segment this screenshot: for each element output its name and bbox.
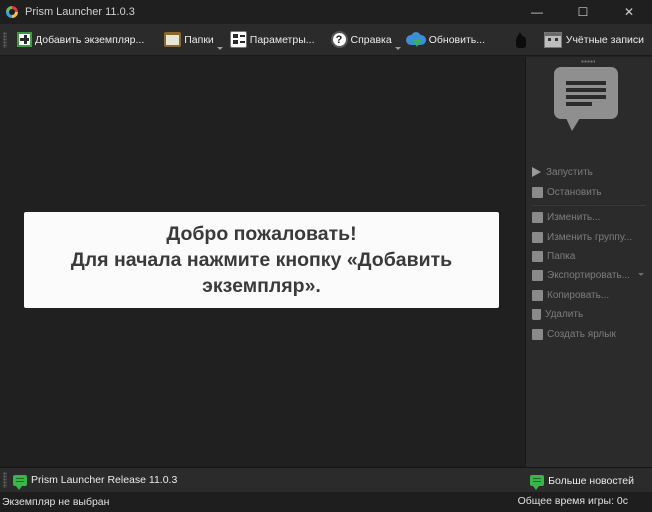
separator xyxy=(532,205,646,206)
export-dropdown-arrow-icon[interactable] xyxy=(638,273,644,276)
trash-icon xyxy=(532,308,541,320)
help-label: Справка xyxy=(350,33,392,46)
folders-label: Папки xyxy=(184,33,214,46)
folders-dropdown-arrow-icon xyxy=(216,46,223,50)
update-button[interactable]: Обновить... xyxy=(402,27,489,53)
close-button[interactable]: ✕ xyxy=(606,0,652,24)
more-news-button[interactable]: Больше новостей xyxy=(530,468,634,493)
window-controls: — ☐ ✕ xyxy=(514,0,652,24)
welcome-line-2: Для начала нажмите кнопку «Добавить xyxy=(70,249,453,271)
welcome-message: Добро пожаловать! Для начала нажмите кно… xyxy=(24,212,499,308)
news-bubble-icon xyxy=(554,67,618,131)
open-folder-button[interactable]: Папка xyxy=(532,247,575,265)
window-title: Prism Launcher 11.0.3 xyxy=(25,6,135,18)
accounts-label: Учётные записи xyxy=(565,34,644,46)
update-label: Обновить... xyxy=(428,33,486,46)
settings-button[interactable]: Параметры... xyxy=(226,27,319,53)
news-label: Prism Launcher Release 11.0.3 xyxy=(31,474,178,486)
add-instance-label: Добавить экземпляр... xyxy=(35,33,145,46)
settings-label: Параметры... xyxy=(249,33,315,46)
edit-label: Изменить... xyxy=(547,211,601,223)
accounts-button[interactable]: Учётные записи xyxy=(543,24,644,56)
status-bar: Экземпляр не выбран Общее время игры: 0с xyxy=(0,492,652,512)
news-toolbar: Prism Launcher Release 11.0.3 Больше нов… xyxy=(0,467,652,492)
stop-icon xyxy=(532,186,543,198)
title-bar: Prism Launcher 11.0.3 — ☐ ✕ xyxy=(0,0,652,24)
help-button[interactable]: ? Справка xyxy=(327,27,401,53)
selected-instance-status: Экземпляр не выбран xyxy=(2,496,110,508)
cloud-update-icon xyxy=(405,31,426,48)
cat-icon[interactable] xyxy=(513,31,529,49)
kill-button[interactable]: Остановить xyxy=(532,183,602,201)
folders-button[interactable]: Папки xyxy=(160,27,223,53)
kill-label: Остановить xyxy=(547,186,602,198)
folder-label: Папка xyxy=(547,250,576,262)
instance-view[interactable]: Добро пожаловать! Для начала нажмите кно… xyxy=(0,57,525,467)
toolbar-grip-handle[interactable] xyxy=(3,31,7,48)
change-group-label: Изменить группу... xyxy=(547,231,633,243)
launch-button[interactable]: Запустить xyxy=(532,163,593,181)
welcome-line-1: Добро пожаловать! xyxy=(166,223,357,245)
news-item-button[interactable]: Prism Launcher Release 11.0.3 xyxy=(13,474,178,490)
help-icon: ? xyxy=(330,31,348,48)
total-playtime-status: Общее время игры: 0с xyxy=(517,495,628,507)
edit-icon xyxy=(532,211,543,223)
minimize-button[interactable]: — xyxy=(514,0,560,24)
more-news-icon xyxy=(530,475,545,490)
add-instance-icon xyxy=(17,32,32,47)
instance-side-panel: Запустить Остановить Изменить... Изменит… xyxy=(525,57,652,467)
copy-instance-button[interactable]: Копировать... xyxy=(532,286,609,304)
shortcut-icon xyxy=(532,328,543,340)
prism-logo-icon xyxy=(6,6,18,18)
folder-icon xyxy=(532,250,543,262)
export-label: Экспортировать... xyxy=(547,269,630,281)
panel-grip-handle[interactable] xyxy=(581,60,595,63)
main-toolbar: Добавить экземпляр... Папки Параметры...… xyxy=(0,24,652,56)
change-group-button[interactable]: Изменить группу... xyxy=(532,228,632,246)
export-button[interactable]: Экспортировать... xyxy=(532,266,630,284)
create-shortcut-label: Создать ярлык xyxy=(547,328,616,340)
welcome-line-3: экземпляр». xyxy=(202,275,321,297)
more-news-label: Больше новостей xyxy=(548,474,634,487)
create-shortcut-button[interactable]: Создать ярлык xyxy=(532,325,616,343)
news-icon xyxy=(13,474,27,490)
tag-icon xyxy=(532,231,543,243)
launch-label: Запустить xyxy=(546,166,593,178)
play-icon xyxy=(532,167,541,177)
edit-instance-button[interactable]: Изменить... xyxy=(532,208,600,226)
help-dropdown-arrow-icon xyxy=(394,46,401,50)
settings-icon xyxy=(229,31,247,48)
account-avatar-icon xyxy=(543,32,562,48)
delete-instance-button[interactable]: Удалить xyxy=(532,305,583,323)
maximize-button[interactable]: ☐ xyxy=(560,0,606,24)
news-toolbar-grip-handle[interactable] xyxy=(3,472,7,488)
export-icon xyxy=(532,269,543,281)
add-instance-button[interactable]: Добавить экземпляр... xyxy=(13,27,148,53)
delete-label: Удалить xyxy=(545,308,584,320)
copy-label: Копировать... xyxy=(547,289,610,301)
folder-icon xyxy=(164,32,182,47)
copy-icon xyxy=(532,289,543,301)
